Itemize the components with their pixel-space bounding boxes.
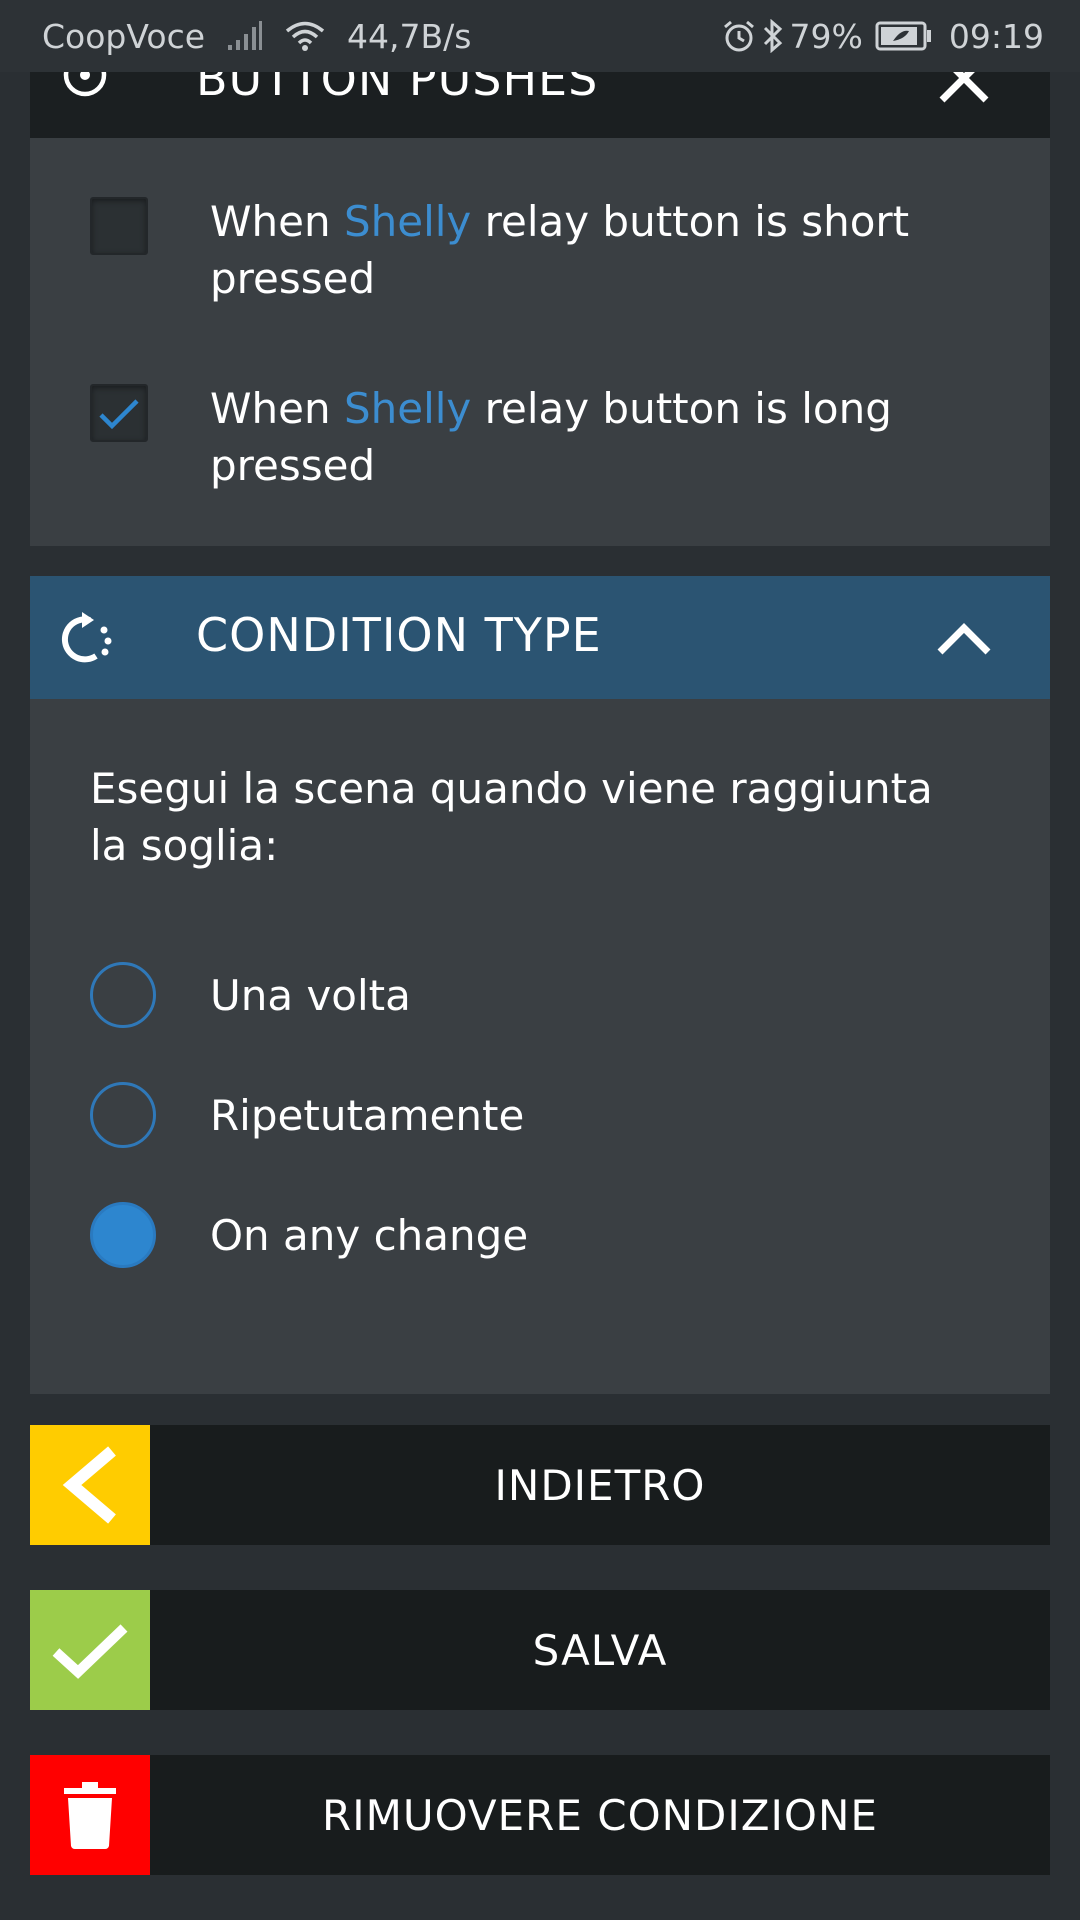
trash-icon [64, 1782, 116, 1849]
radio-once-label: Una volta [210, 970, 411, 1020]
radio-repeatedly-label: Ripetutamente [210, 1090, 525, 1140]
checkmark-icon [52, 1624, 128, 1679]
signal-icon [227, 21, 263, 51]
radio-once[interactable]: Una volta [90, 962, 411, 1028]
radio-any-change-label: On any change [210, 1210, 529, 1260]
device-name-highlight: Shelly [343, 197, 472, 246]
radio-repeatedly[interactable]: Ripetutamente [90, 1082, 524, 1148]
radio-any-change[interactable]: On any change [90, 1202, 528, 1268]
short-press-option[interactable]: When Shelly relay button is short presse… [90, 197, 909, 303]
battery-percent: 79% [789, 16, 863, 56]
button-pushes-header[interactable]: BUTTON PUSHES [30, 72, 1050, 138]
radio-any-change-button[interactable] [90, 1202, 156, 1268]
save-icon-box [30, 1590, 150, 1710]
status-bar: CoopVoce 44,7B/s 79% 09:19 [0, 0, 1080, 72]
condition-prompt: Esegui la scena quando viene raggiunta l… [90, 764, 933, 870]
back-label: INDIETRO [494, 1460, 706, 1510]
battery-icon [875, 21, 933, 51]
short-press-checkbox[interactable] [90, 197, 148, 255]
button-pushes-title: BUTTON PUSHES [196, 72, 599, 106]
save-button[interactable]: SALVA [30, 1590, 1050, 1710]
wifi-icon [285, 20, 325, 52]
power-icon [62, 72, 108, 98]
checkmark-icon [99, 399, 139, 430]
chevron-left-icon [62, 1446, 116, 1524]
long-press-option[interactable]: When Shelly relay button is long pressed [90, 384, 892, 490]
save-label: SALVA [532, 1625, 668, 1675]
network-speed: 44,7B/s [347, 16, 472, 56]
remove-condition-button[interactable]: RIMUOVERE CONDIZIONE [30, 1755, 1050, 1875]
carrier-name: CoopVoce [42, 16, 206, 56]
back-button[interactable]: INDIETRO [30, 1425, 1050, 1545]
radio-once-button[interactable] [90, 962, 156, 1028]
chevron-up-icon[interactable] [936, 610, 992, 666]
long-press-checkbox[interactable] [90, 384, 148, 442]
remove-icon-box [30, 1755, 150, 1875]
clock: 09:19 [948, 16, 1044, 56]
bluetooth-icon [762, 19, 784, 53]
refresh-icon [60, 612, 116, 668]
device-name-highlight: Shelly [343, 384, 472, 433]
remove-label: RIMUOVERE CONDIZIONE [322, 1790, 878, 1840]
back-icon-box [30, 1425, 150, 1545]
long-press-label: When Shelly relay button is long pressed [210, 384, 892, 490]
short-press-label: When Shelly relay button is short presse… [210, 197, 910, 303]
condition-type-title: CONDITION TYPE [196, 608, 602, 662]
close-icon[interactable] [936, 72, 992, 106]
alarm-icon [722, 19, 756, 53]
condition-type-header[interactable]: CONDITION TYPE [30, 576, 1050, 699]
radio-repeatedly-button[interactable] [90, 1082, 156, 1148]
